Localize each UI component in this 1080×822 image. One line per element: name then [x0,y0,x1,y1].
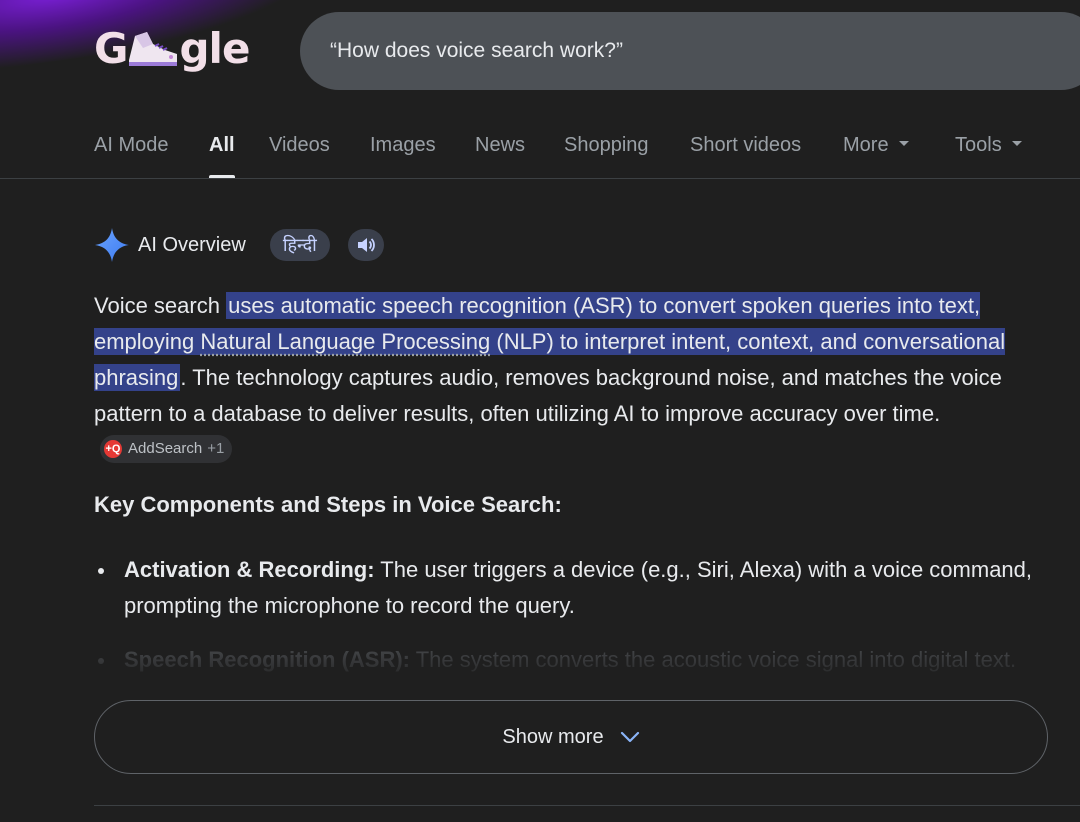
tab-more[interactable]: More [843,134,909,178]
list-item: Activation & Recording: The user trigger… [94,552,1034,624]
tab-videos[interactable]: Videos [269,134,330,178]
logo-text-right: gle [179,24,249,73]
tab-news[interactable]: News [475,134,525,178]
tab-more-label: More [843,134,889,156]
sneaker-doodle-icon [125,26,181,70]
language-toggle-button[interactable]: हिन्दी [270,229,330,261]
nlp-definition-link[interactable]: Natural Language Processing [200,329,490,354]
source-chip-count: +1 [207,431,224,467]
tab-images[interactable]: Images [370,134,436,178]
tab-short-videos[interactable]: Short videos [690,134,801,178]
speaker-icon [356,236,376,254]
source-chip-label: AddSearch [128,431,202,467]
bullet-title: Speech Recognition (ASR): [124,647,410,672]
show-more-button[interactable]: Show more [94,700,1048,774]
google-doodle-logo[interactable]: G gle [94,22,249,74]
tab-shopping[interactable]: Shopping [564,134,649,178]
search-input[interactable] [330,39,1050,63]
summary-intro: Voice search [94,293,226,318]
bullet-title: Activation & Recording: [124,557,375,582]
tab-all[interactable]: All [209,134,235,178]
tab-ai-mode[interactable]: AI Mode [94,134,168,178]
source-chip[interactable]: +Q AddSearch +1 [100,435,232,463]
show-more-label: Show more [502,726,603,749]
tools-dropdown-caret-icon [1012,141,1022,146]
gemini-sparkle-icon [94,227,130,263]
more-dropdown-caret-icon [899,141,909,146]
search-box[interactable] [300,12,1080,90]
bullet-text: The system converts the acoustic voice s… [410,647,1016,672]
logo-text-left: G [94,24,127,73]
ai-overview-title: AI Overview [138,234,246,257]
search-tabs: AI Mode All Videos Images News Shopping … [0,122,1080,179]
summary-rest: . The technology captures audio, removes… [94,365,1002,426]
divider [94,805,1080,806]
tab-tools[interactable]: Tools [955,134,1022,178]
chevron-down-icon [620,731,640,743]
ai-overview-header: AI Overview हिन्दी [94,226,384,264]
section-heading: Key Components and Steps in Voice Search… [94,492,562,518]
addsearch-favicon-icon: +Q [104,440,122,458]
steps-list: Activation & Recording: The user trigger… [94,552,1034,696]
ai-overview-summary: Voice search uses automatic speech recog… [94,288,1034,468]
tab-tools-label: Tools [955,134,1002,156]
list-item: Speech Recognition (ASR): The system con… [94,642,1034,678]
listen-button[interactable] [348,229,384,261]
